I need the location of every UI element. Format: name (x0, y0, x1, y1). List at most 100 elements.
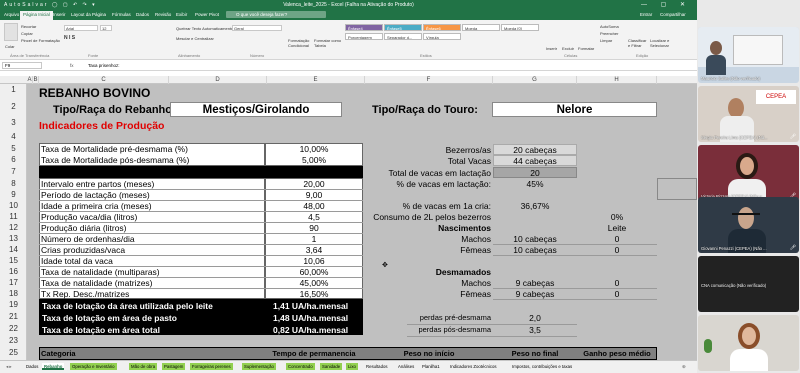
add-sheet-icon[interactable]: ⊕ (680, 363, 688, 370)
indicator-label[interactable]: Crias produzidas/vaca (41, 245, 125, 255)
paste-button[interactable]: Colar (5, 44, 15, 49)
column-header-e[interactable]: E (267, 76, 365, 84)
breed-label[interactable]: Tipo/Raça do Rebanho: (53, 104, 176, 117)
weaned-label[interactable]: Machos (365, 278, 491, 288)
indicator-value[interactable]: 10,06 (265, 256, 363, 266)
number-format-select[interactable]: Geral (232, 25, 282, 31)
find-select-button[interactable]: Localizar e Selecionar (650, 38, 674, 48)
herd-label[interactable]: Total Vacas (365, 156, 491, 166)
row-header[interactable]: 22 (0, 324, 27, 333)
style-enfase6[interactable]: Ênfase6 (423, 24, 461, 31)
herd-value[interactable]: 44 cabeças (493, 156, 577, 166)
tab-revisao[interactable]: Revisão (155, 12, 171, 17)
row-header[interactable]: 1 (0, 85, 27, 94)
mortality-post-value[interactable]: 5,00% (265, 155, 363, 165)
column-header-c[interactable]: C (39, 76, 169, 84)
copy-button[interactable]: Copiar (21, 31, 33, 36)
stocking-value[interactable]: 0,82 UA/ha.mensal (273, 325, 348, 335)
clear-button[interactable]: Limpar (600, 38, 612, 43)
indicator-value[interactable]: 45,00% (265, 278, 363, 288)
column-header-f[interactable]: F (365, 76, 493, 84)
fill-button[interactable]: Preencher (600, 31, 618, 36)
indicator-value[interactable]: 60,00% (265, 267, 363, 277)
row-header[interactable]: 11 (0, 212, 27, 221)
row-header[interactable]: 4 (0, 132, 27, 141)
tab-power-pivot[interactable]: Power Pivot (195, 12, 219, 17)
sheet-tab[interactable]: Resultados (364, 363, 390, 370)
row-header[interactable]: 12 (0, 223, 27, 232)
selected-cell-outline[interactable] (657, 178, 697, 200)
participant-tile[interactable]: Giovanni Penazzi (CEPEA) (Não ... 🎤︎ (698, 197, 799, 253)
row-header[interactable]: 21 (0, 312, 27, 321)
stocking-value[interactable]: 1,41 UA/ha.mensal (273, 301, 348, 311)
participant-tile[interactable] (698, 315, 799, 371)
format-table-button[interactable]: Formatar como Tabela (314, 38, 342, 48)
formula-input[interactable]: Taxa prisenhoz: (88, 60, 120, 71)
sheet-tab[interactable]: Análises (396, 363, 416, 370)
indicator-value[interactable]: 1 (265, 234, 363, 244)
row-header[interactable]: 19 (0, 300, 27, 309)
sheet-tab[interactable]: Mão de obra (129, 363, 158, 370)
sign-in-link[interactable]: Entrar (640, 12, 652, 17)
participant-tile[interactable]: CEPEA Sérgio Pereira Lima (CEPEA) (Nã...… (698, 86, 799, 142)
table-header-ganho[interactable]: Ganho peso médio (577, 349, 657, 359)
row-header[interactable]: 16 (0, 267, 27, 276)
births-extra[interactable]: 0 (577, 245, 657, 255)
row-header[interactable]: 13 (0, 234, 27, 243)
paste-icon[interactable] (4, 23, 18, 41)
indicator-label[interactable]: Tx Rep. Desc./matrizes (41, 289, 129, 299)
row-header[interactable]: 3 (0, 118, 27, 127)
births-label[interactable]: Fêmeas (365, 245, 491, 255)
row-header[interactable]: 17 (0, 278, 27, 287)
mortality-post-label[interactable]: Taxa de Mortalidade pós-desmama (%) (41, 155, 189, 165)
births-value[interactable]: 10 cabeças (493, 245, 577, 255)
first-calving-label[interactable]: % de vacas em 1a cria: (365, 201, 491, 211)
column-header-g[interactable]: G (493, 76, 577, 84)
tab-layout[interactable]: Layout da Página (71, 12, 106, 17)
wrap-text-button[interactable]: Quebrar Texto Automaticamente (176, 26, 233, 31)
births-unit[interactable]: Leite (577, 223, 657, 233)
table-header-tempo[interactable]: Tempo de permanencia (265, 349, 363, 359)
fx-icon[interactable]: fx (70, 60, 74, 71)
sheet-tab[interactable]: Pastagem (162, 363, 186, 370)
weaned-extra[interactable]: 0 (577, 289, 657, 299)
tab-inserir[interactable]: Inserir (53, 12, 66, 17)
sheet-tab[interactable]: Forrageiras perenes (190, 363, 233, 370)
conditional-format-button[interactable]: Formatação Condicional (288, 38, 312, 48)
mortality-pre-value[interactable]: 10,00% (265, 144, 363, 154)
first-calving-value[interactable]: 36,67% (493, 201, 577, 211)
births-value[interactable]: 10 cabeças (493, 234, 577, 244)
row-header[interactable]: 14 (0, 245, 27, 254)
tab-pagina-inicial[interactable]: Página Inicial (20, 11, 53, 20)
births-extra[interactable]: 0 (577, 234, 657, 244)
loss-label[interactable]: perdas pré-desmama (365, 313, 491, 323)
indicators-title[interactable]: Indicadores de Produção (39, 120, 164, 132)
participant-tile[interactable]: CNA comunicação (Não verificado) (698, 256, 799, 312)
births-label[interactable]: Machos (365, 234, 491, 244)
herd-label[interactable]: Bezerros/as (365, 145, 491, 155)
row-header[interactable]: 2 (0, 102, 27, 111)
herd-label[interactable]: % de vacas em lactação: (365, 179, 492, 189)
participant-tile[interactable]: Mauricio Salles (Não verificado) (698, 27, 799, 83)
loss-label[interactable]: perdas pós-desmama (365, 325, 491, 335)
indicator-value[interactable]: 9,00 (265, 190, 363, 200)
herd-value[interactable]: 20 (493, 168, 577, 178)
indicator-value[interactable]: 90 (265, 223, 363, 233)
bull-value[interactable]: Nelore (492, 104, 657, 117)
row-header[interactable]: 6 (0, 155, 27, 164)
sheet-tab-active[interactable]: Rebanho (42, 363, 65, 370)
row-header[interactable]: 8 (0, 179, 27, 188)
calf-milk-value[interactable]: 0% (577, 212, 657, 222)
indicator-label[interactable]: Idade a primeira cria (meses) (41, 201, 152, 211)
bull-label[interactable]: Tipo/Raça do Touro: (372, 104, 478, 117)
indicator-label[interactable]: Número de ordenhas/dia (41, 234, 135, 244)
sheet-tab[interactable]: Operação e Inventário (70, 363, 117, 370)
sort-filter-button[interactable]: Classificar e Filtrar (628, 38, 648, 48)
sheet-title[interactable]: REBANHO BOVINO (39, 87, 150, 100)
indicator-label[interactable]: Produção diária (litros) (41, 223, 127, 233)
sheet-tab[interactable]: Sanidade (320, 363, 343, 370)
mortality-pre-label[interactable]: Taxa de Mortalidade pré-desmama (%) (41, 144, 188, 154)
table-header-peso-inicio[interactable]: Peso no início (365, 349, 493, 359)
tab-formulas[interactable]: Fórmulas (112, 12, 131, 17)
sheet-tab[interactable]: Planilha1 (420, 363, 442, 370)
